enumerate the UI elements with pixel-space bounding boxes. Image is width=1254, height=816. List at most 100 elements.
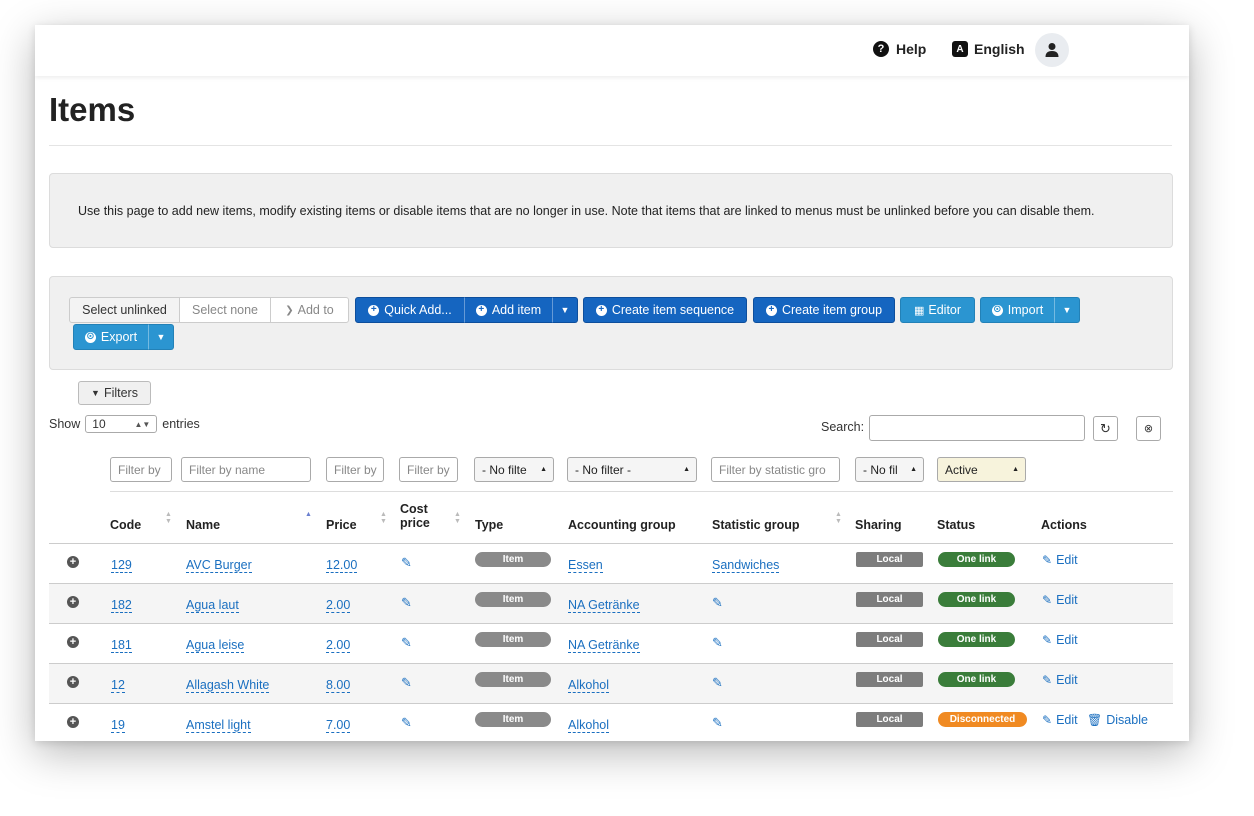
edit-cost-pencil-icon[interactable]: ✎ <box>401 555 412 571</box>
type-badge-label: Item <box>502 594 524 605</box>
expand-row-icon[interactable]: + <box>67 636 79 648</box>
edit-icon: ✎ <box>1042 553 1053 567</box>
price-filter-input[interactable]: Filter by <box>326 457 384 482</box>
edit-link[interactable]: ✎ Edit <box>1042 713 1078 727</box>
accounting-group-link[interactable]: Alkohol <box>568 718 609 733</box>
statistic-group-link[interactable]: Sandwiches <box>712 558 780 573</box>
edit-link[interactable]: ✎ Edit <box>1042 553 1078 567</box>
header-statistic-group[interactable]: Statistic group <box>712 518 800 532</box>
status-filter-select[interactable]: Active ▲ <box>937 457 1026 482</box>
export-button[interactable]: ⊙ Export <box>73 324 149 350</box>
table-row: + 19 Amstel light 7.00 ✎ Item Alkohol ✎ … <box>49 704 1173 741</box>
accounting-group-link[interactable]: NA Getränke <box>568 638 640 653</box>
status-badge-label: One link <box>956 674 997 685</box>
status-badge-label: One link <box>956 554 997 565</box>
editor-button[interactable]: ▦ Editor <box>900 297 975 323</box>
import-button[interactable]: ⊙ Import <box>980 297 1055 323</box>
item-name[interactable]: Amstel light <box>186 718 251 733</box>
select-none-button[interactable]: Select none <box>179 297 271 323</box>
title-divider <box>49 145 1172 146</box>
edit-statistic-pencil-icon[interactable]: ✎ <box>712 635 723 651</box>
updown-icon: ▲ <box>910 466 917 473</box>
item-code[interactable]: 12 <box>111 678 125 693</box>
add-item-button[interactable]: + Add item <box>464 297 553 323</box>
expand-row-icon[interactable]: + <box>67 716 79 728</box>
filters-button[interactable]: ▼ Filters <box>78 381 151 405</box>
expand-row-icon[interactable]: + <box>67 596 79 608</box>
sharing-filter-select[interactable]: - No fil ▲ <box>855 457 924 482</box>
import-dropdown-toggle[interactable]: ▼ <box>1054 297 1080 323</box>
language-selector[interactable]: A English <box>952 41 1025 57</box>
item-code[interactable]: 182 <box>111 598 132 613</box>
accounting-group-link[interactable]: NA Getränke <box>568 598 640 613</box>
item-name[interactable]: AVC Burger <box>186 558 252 573</box>
sharing-badge: Local <box>856 632 923 647</box>
create-item-group-button[interactable]: + Create item group <box>753 297 895 323</box>
page-length-select[interactable]: 10 ▲▼ <box>85 415 158 433</box>
add-item-dropdown-toggle[interactable]: ▼ <box>552 297 578 323</box>
item-price[interactable]: 8.00 <box>326 678 351 693</box>
reset-button[interactable]: ⊗ <box>1136 416 1161 441</box>
select-unlinked-button[interactable]: Select unlinked <box>69 297 180 323</box>
edit-statistic-pencil-icon[interactable]: ✎ <box>712 675 723 691</box>
item-code[interactable]: 129 <box>111 558 132 573</box>
header-cost-price[interactable]: Cost price <box>400 502 430 530</box>
header-actions: Actions <box>1041 518 1087 532</box>
item-name[interactable]: Allagash White <box>186 678 270 693</box>
item-price[interactable]: 2.00 <box>326 598 351 613</box>
edit-link[interactable]: ✎ Edit <box>1042 673 1078 687</box>
header-sharing[interactable]: Sharing <box>855 518 902 532</box>
statistic-filter-input[interactable]: Filter by statistic gro <box>711 457 840 482</box>
select-unlinked-label: Select unlinked <box>82 303 167 317</box>
help-link[interactable]: ? Help <box>873 41 926 57</box>
sharing-filter-value: - No fil <box>863 462 898 477</box>
item-name[interactable]: Agua leise <box>186 638 245 653</box>
sharing-badge-label: Local <box>876 594 903 605</box>
cost-filter-input[interactable]: Filter by <box>399 457 458 482</box>
header-price[interactable]: Price <box>326 518 357 532</box>
disable-link[interactable]: 🗑 Disable <box>1087 713 1148 727</box>
edit-cost-pencil-icon[interactable]: ✎ <box>401 635 412 651</box>
sharing-badge-label: Local <box>876 714 903 725</box>
edit-cost-pencil-icon[interactable]: ✎ <box>401 595 412 611</box>
export-dropdown-toggle[interactable]: ▼ <box>148 324 174 350</box>
expand-row-icon[interactable]: + <box>67 676 79 688</box>
name-filter-input[interactable]: Filter by name <box>181 457 311 482</box>
export-circle-icon: ⊙ <box>84 331 96 343</box>
edit-statistic-pencil-icon[interactable]: ✎ <box>712 595 723 611</box>
header-name[interactable]: Name <box>186 518 220 532</box>
quick-add-button[interactable]: + Quick Add... <box>355 297 465 323</box>
accounting-filter-select[interactable]: - No filter - ▲ <box>567 457 697 482</box>
header-type[interactable]: Type <box>475 518 503 532</box>
toolbar-panel <box>49 276 1173 370</box>
edit-link[interactable]: ✎ Edit <box>1042 593 1078 607</box>
item-code[interactable]: 181 <box>111 638 132 653</box>
add-to-button[interactable]: ❯ Add to <box>270 297 349 323</box>
edit-cost-pencil-icon[interactable]: ✎ <box>401 715 412 731</box>
header-status[interactable]: Status <box>937 518 975 532</box>
header-accounting-group[interactable]: Accounting group <box>568 518 676 532</box>
header-cost-line2: price <box>400 516 430 530</box>
search-input[interactable] <box>869 415 1085 441</box>
edit-link[interactable]: ✎ Edit <box>1042 633 1078 647</box>
header-code[interactable]: Code <box>110 518 141 532</box>
accounting-group-link[interactable]: Essen <box>568 558 603 573</box>
item-price[interactable]: 12.00 <box>326 558 358 573</box>
code-filter-input[interactable]: Filter by <box>110 457 172 482</box>
edit-statistic-pencil-icon[interactable]: ✎ <box>712 715 723 731</box>
item-code[interactable]: 19 <box>111 718 125 733</box>
item-price[interactable]: 2.00 <box>326 638 351 653</box>
type-filter-select[interactable]: - No filte ▲ <box>474 457 554 482</box>
show-label: Show <box>49 417 81 431</box>
sharing-badge: Local <box>856 592 923 607</box>
item-name[interactable]: Agua laut <box>186 598 239 613</box>
accounting-group-link[interactable]: Alkohol <box>568 678 609 693</box>
user-avatar[interactable] <box>1035 33 1069 67</box>
app-window: ? Help A English Items Use this page to … <box>35 25 1189 741</box>
edit-cost-pencil-icon[interactable]: ✎ <box>401 675 412 691</box>
refresh-button[interactable]: ↻ <box>1093 416 1118 441</box>
refresh-icon: ↻ <box>1100 420 1111 436</box>
expand-row-icon[interactable]: + <box>67 556 79 568</box>
create-item-sequence-button[interactable]: + Create item sequence <box>583 297 747 323</box>
item-price[interactable]: 7.00 <box>326 718 351 733</box>
